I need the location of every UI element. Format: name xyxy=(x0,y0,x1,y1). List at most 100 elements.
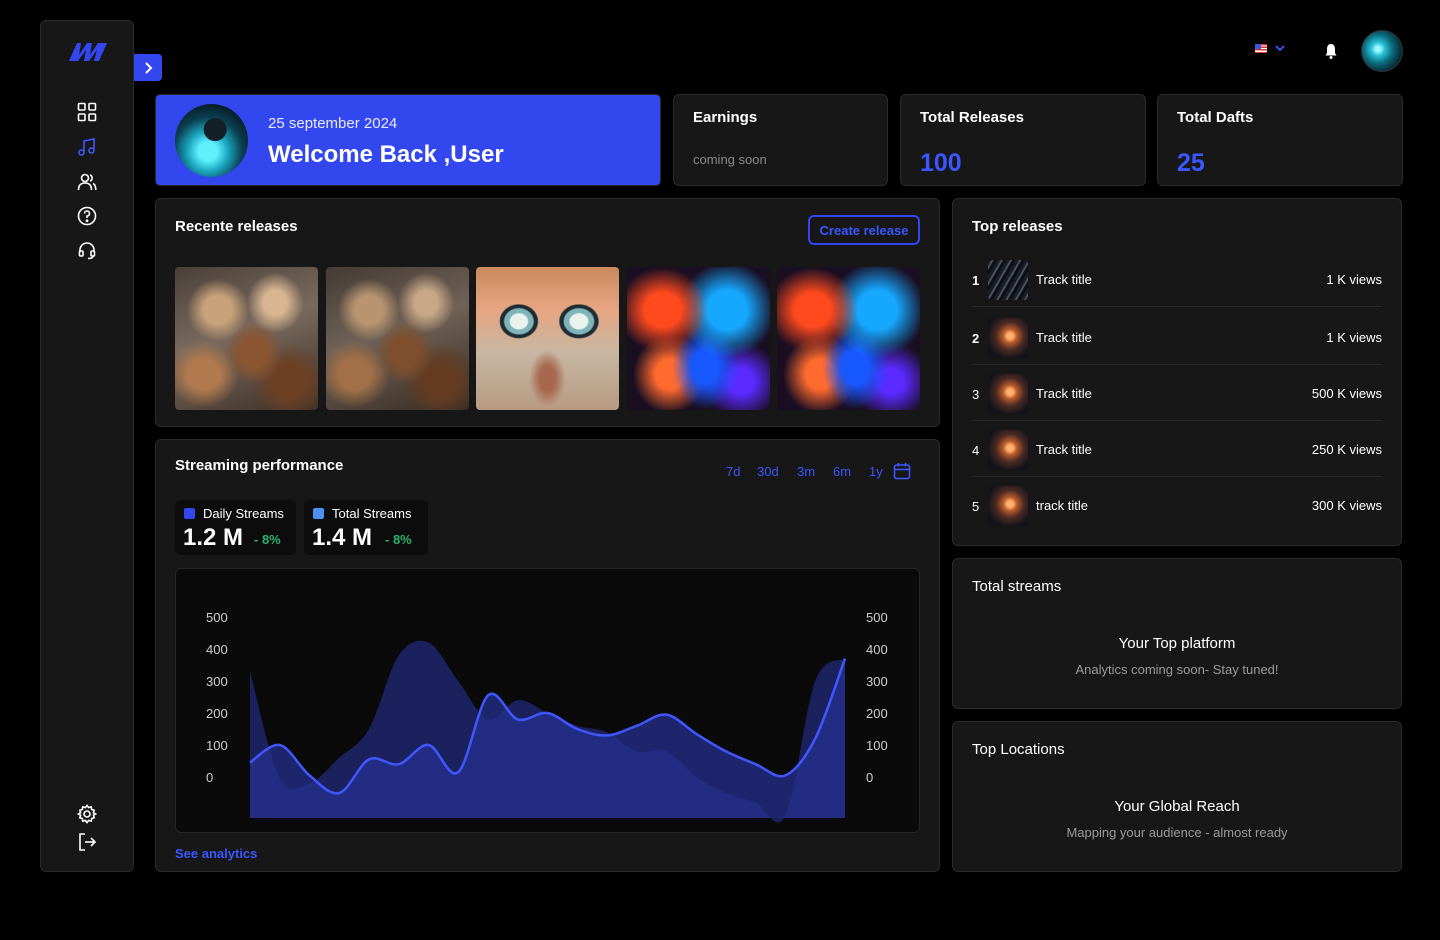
top-release-rank: 5 xyxy=(972,499,980,514)
global-reach-heading: Your Global Reach xyxy=(1114,798,1240,815)
m-logo-icon[interactable] xyxy=(67,41,109,63)
period-1y[interactable]: 1y xyxy=(869,464,883,479)
earnings-card: Earnings coming soon xyxy=(673,94,888,186)
top-releases-card: Top releases 1 Track title 1 K views 2 T… xyxy=(952,198,1402,546)
top-release-cover xyxy=(988,318,1028,358)
release-cover[interactable] xyxy=(326,267,469,410)
top-release-cover xyxy=(988,430,1028,470)
help-icon[interactable] xyxy=(76,205,98,227)
streaming-title: Streaming performance xyxy=(175,457,344,474)
top-release-row[interactable]: 1 Track title 1 K views xyxy=(972,251,1382,307)
period-6m[interactable]: 6m xyxy=(833,464,851,479)
top-release-row[interactable]: 3 Track title 500 K views xyxy=(972,365,1382,421)
users-icon[interactable] xyxy=(76,171,98,193)
us-flag-icon xyxy=(1255,44,1267,53)
top-release-cover xyxy=(988,486,1028,526)
create-release-button[interactable]: Create release xyxy=(808,215,920,245)
sidebar xyxy=(40,20,134,872)
total-drafts-title: Total Dafts xyxy=(1177,109,1254,126)
logout-icon[interactable] xyxy=(76,831,98,853)
daily-streams-value: 1.2 M xyxy=(183,524,244,551)
daily-streams-chip: Daily Streams 1.2 M - 8% xyxy=(175,500,296,555)
top-release-rank: 1 xyxy=(972,273,980,288)
total-streams-card: Total streams Your Top platform Analytic… xyxy=(952,558,1402,709)
chevron-down-icon xyxy=(1275,45,1285,52)
total-streams-change: - 8% xyxy=(385,532,412,547)
recent-releases-card: Recente releases Create release xyxy=(155,198,940,427)
y-tick-left: 500 xyxy=(206,610,228,625)
total-drafts-card: Total Dafts 25 xyxy=(1157,94,1403,186)
top-release-title: Track title xyxy=(1036,330,1092,345)
top-release-title: track title xyxy=(1036,498,1089,513)
y-tick-left: 200 xyxy=(206,706,228,721)
top-release-views: 300 K views xyxy=(1311,498,1382,513)
period-7d[interactable]: 7d xyxy=(726,464,740,479)
top-release-cover xyxy=(988,374,1028,414)
welcome-greeting: Welcome Back ,User xyxy=(268,141,504,168)
top-release-views: 500 K views xyxy=(1311,386,1382,401)
welcome-card: 25 september 2024 Welcome Back ,User xyxy=(155,94,661,186)
total-streams-value: 1.4 M xyxy=(312,524,373,551)
settings-icon[interactable] xyxy=(76,803,98,825)
top-releases-title: Top releases xyxy=(972,218,1063,235)
y-tick-right: 400 xyxy=(866,642,888,657)
y-tick-right: 100 xyxy=(866,738,888,753)
recent-releases-title: Recente releases xyxy=(175,218,298,235)
y-tick-right: 0 xyxy=(866,770,873,785)
total-streams-title: Total streams xyxy=(972,578,1062,595)
release-cover[interactable] xyxy=(777,267,920,410)
period-30d[interactable]: 30d xyxy=(757,464,779,479)
headset-icon[interactable] xyxy=(76,239,98,261)
total-streams-label: Total Streams xyxy=(332,506,412,521)
y-tick-left: 400 xyxy=(206,642,228,657)
daily-streams-swatch xyxy=(184,508,195,519)
music-note-icon[interactable] xyxy=(76,136,98,158)
global-reach-note: Mapping your audience - almost ready xyxy=(1066,825,1288,840)
y-tick-left: 300 xyxy=(206,674,228,689)
dashboard-icon[interactable] xyxy=(76,101,98,123)
daily-streams-label: Daily Streams xyxy=(203,506,284,521)
top-release-title: Track title xyxy=(1036,386,1092,401)
top-release-rank: 2 xyxy=(972,331,980,346)
total-releases-value: 100 xyxy=(920,149,962,177)
top-platform-note: Analytics coming soon- Stay tuned! xyxy=(1075,662,1279,677)
total-drafts-value: 25 xyxy=(1177,149,1205,177)
top-release-rank: 3 xyxy=(972,387,980,402)
y-tick-left: 100 xyxy=(206,738,228,753)
top-release-title: Track title xyxy=(1036,442,1092,457)
top-release-row[interactable]: 5 track title 300 K views xyxy=(972,477,1382,533)
streaming-performance-card: Streaming performance 7d 30d 3m 6m 1y Da… xyxy=(155,439,940,872)
y-tick-left: 0 xyxy=(206,770,213,785)
total-releases-title: Total Releases xyxy=(920,109,1024,126)
top-release-views: 250 K views xyxy=(1311,442,1382,457)
avatar xyxy=(175,104,248,177)
top-release-title: Track title xyxy=(1036,272,1092,287)
daily-streams-change: - 8% xyxy=(254,532,281,547)
earnings-title: Earnings xyxy=(693,109,758,126)
total-streams-swatch xyxy=(313,508,324,519)
top-locations-title: Top Locations xyxy=(972,741,1065,758)
top-release-views: 1 K views xyxy=(1326,272,1382,287)
sidebar-expand-button[interactable] xyxy=(134,54,162,81)
top-locations-card: Top Locations Your Global Reach Mapping … xyxy=(952,721,1402,872)
release-cover[interactable] xyxy=(175,267,318,410)
bell-icon[interactable] xyxy=(1323,42,1339,60)
top-release-row[interactable]: 2 Track title 1 K views xyxy=(972,309,1382,365)
language-selector[interactable] xyxy=(1255,44,1285,53)
period-3m[interactable]: 3m xyxy=(797,464,815,479)
release-cover[interactable] xyxy=(627,267,770,410)
top-release-rank: 4 xyxy=(972,443,980,458)
release-cover[interactable] xyxy=(476,267,619,410)
chevron-right-icon xyxy=(145,61,153,74)
total-releases-card: Total Releases 100 xyxy=(900,94,1146,186)
top-release-cover xyxy=(988,260,1028,300)
earnings-note: coming soon xyxy=(693,152,767,167)
y-tick-right: 300 xyxy=(866,674,888,689)
total-streams-chip: Total Streams 1.4 M - 8% xyxy=(304,500,428,555)
top-release-row[interactable]: 4 Track title 250 K views xyxy=(972,421,1382,477)
calendar-icon[interactable] xyxy=(893,462,911,480)
user-avatar[interactable] xyxy=(1361,30,1403,72)
y-tick-right: 500 xyxy=(866,610,888,625)
see-analytics-link[interactable]: See analytics xyxy=(175,846,257,861)
streaming-chart-svg: 500 400 300 200 100 0 500 400 300 200 100 0 xyxy=(206,610,888,823)
